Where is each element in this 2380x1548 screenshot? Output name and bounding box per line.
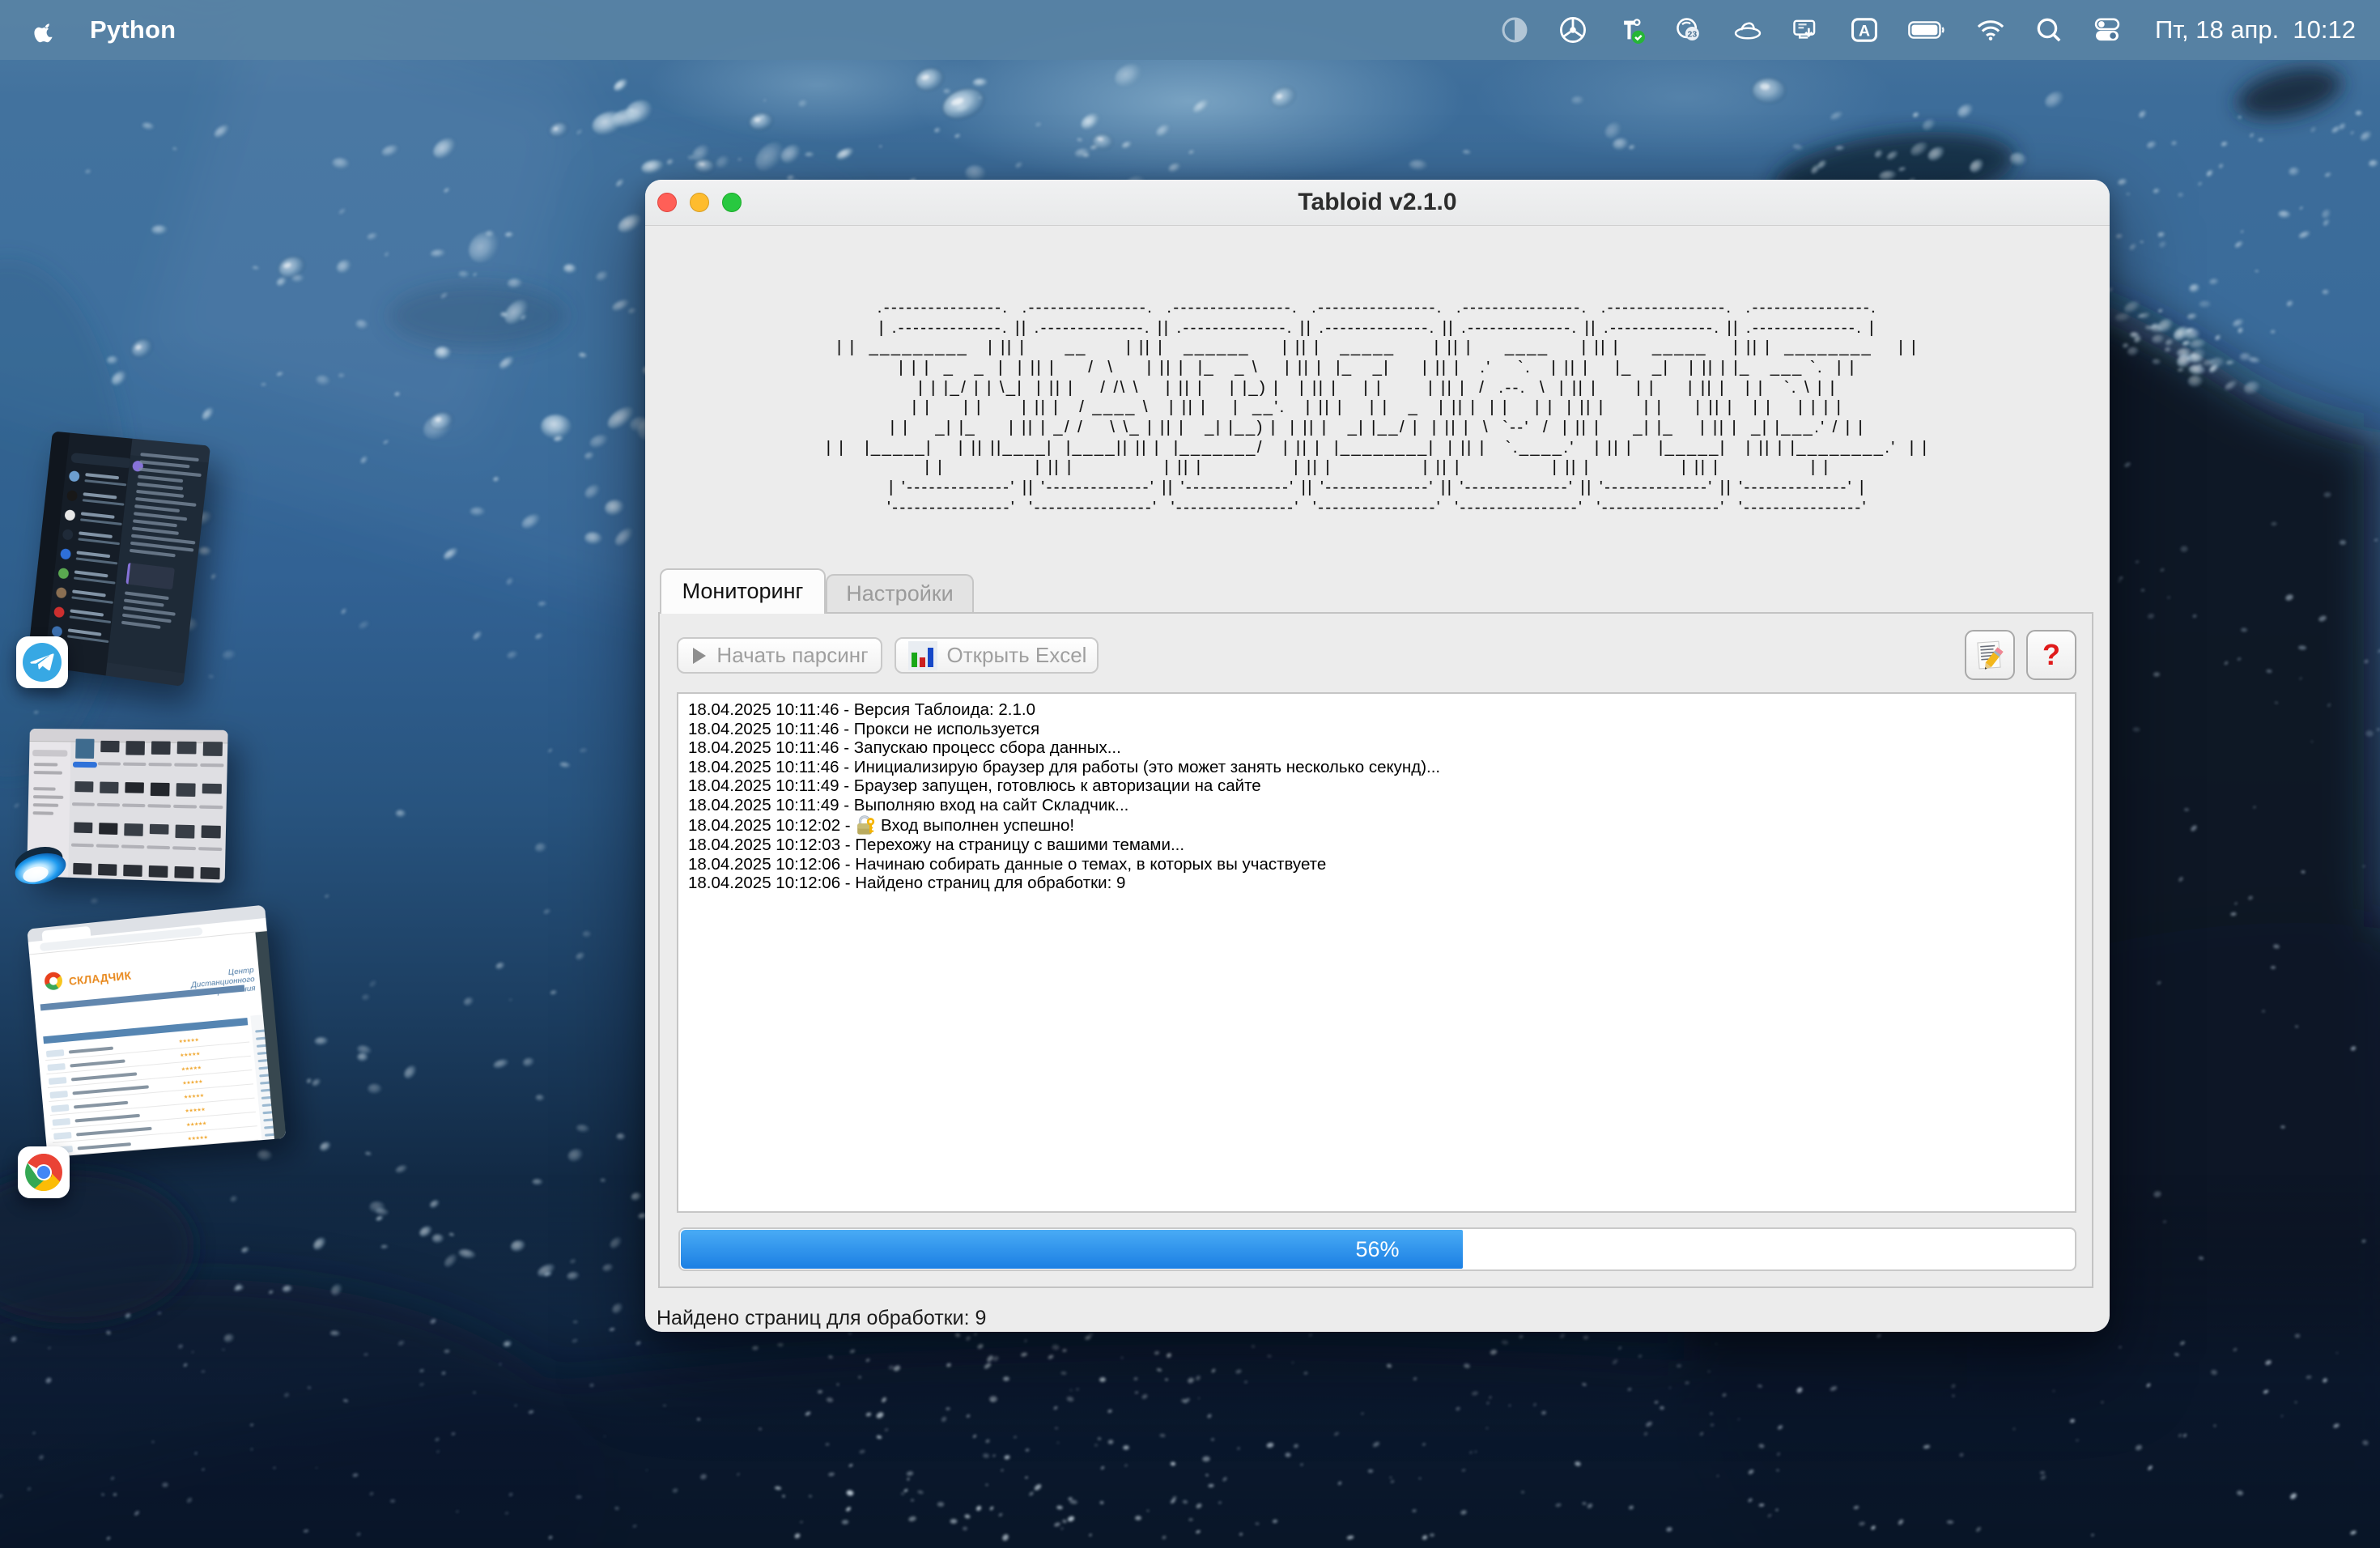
svg-text:A: A: [1859, 23, 1870, 40]
svg-text:23: 23: [1687, 29, 1697, 39]
